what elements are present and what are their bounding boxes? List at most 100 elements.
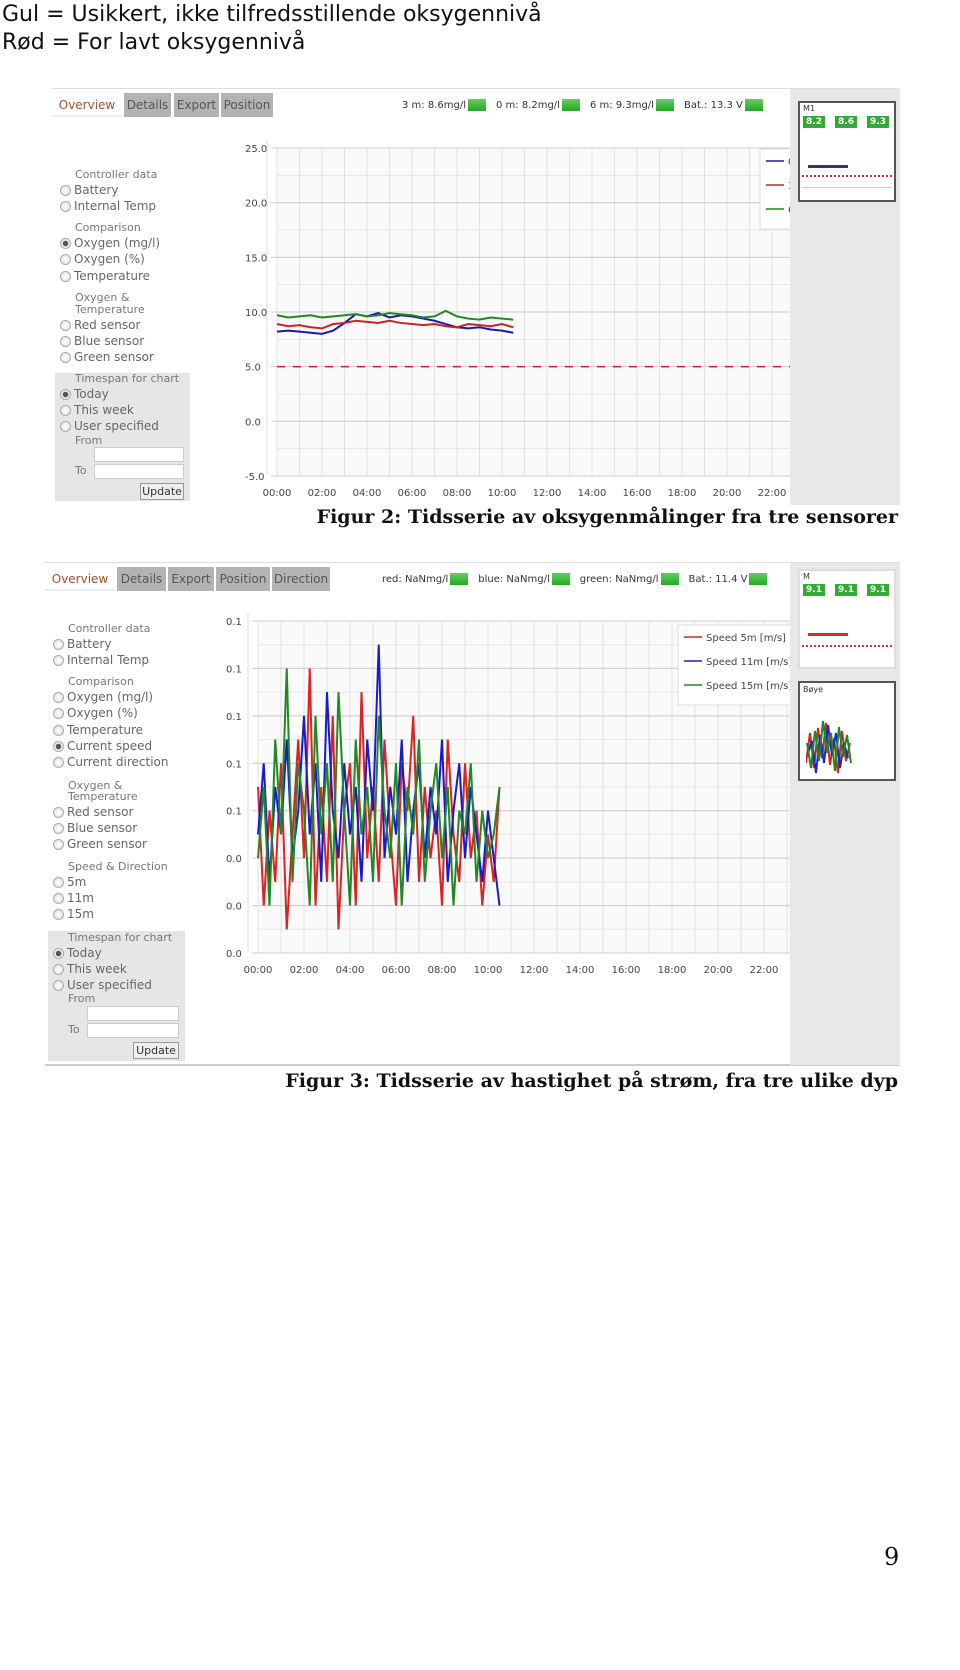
legend-label: Speed 5m [m/s] — [706, 633, 786, 644]
radio-temperature[interactable]: Temperature — [60, 269, 150, 283]
radio-icon[interactable] — [53, 707, 64, 719]
to-label: To — [75, 464, 87, 477]
radio-icon-selected[interactable] — [60, 237, 71, 249]
x-tick-label: 14:00 — [578, 488, 607, 499]
radio-label: Today — [74, 387, 109, 401]
radio-icon[interactable] — [53, 806, 64, 818]
x-tick-label: 04:00 — [336, 965, 365, 976]
sidebar: Controller data Battery Internal Temp Co… — [52, 89, 192, 505]
x-tick-label: 00:00 — [244, 965, 273, 976]
from-input[interactable] — [94, 447, 184, 462]
thumbnail-boye[interactable]: Bøye — [798, 681, 896, 781]
radio-icon[interactable] — [60, 319, 71, 331]
tab-position[interactable]: Position — [221, 93, 273, 117]
radio-oxygen-pct[interactable]: Oxygen (%) — [60, 252, 145, 266]
from-input[interactable] — [87, 1006, 179, 1021]
to-input[interactable] — [94, 464, 184, 479]
radio-icon[interactable] — [53, 963, 64, 975]
x-tick-label: 02:00 — [308, 488, 337, 499]
controller-data-heading: Controller data — [75, 168, 158, 181]
y-tick-label: 0.0 — [245, 417, 261, 428]
radio-icon[interactable] — [53, 638, 64, 650]
radio-green-sensor[interactable]: Green sensor — [53, 837, 147, 851]
radio-icon[interactable] — [60, 404, 71, 416]
radio-icon-selected[interactable] — [53, 740, 64, 752]
radio-blue-sensor[interactable]: Blue sensor — [60, 334, 144, 348]
radio-icon[interactable] — [53, 979, 64, 991]
y-tick-label: 10.0 — [245, 308, 267, 319]
radio-user-specified[interactable]: User specified — [53, 978, 152, 992]
radio-icon[interactable] — [53, 654, 64, 666]
radio-battery[interactable]: Battery — [53, 637, 111, 651]
tab-direction[interactable]: Direction — [272, 567, 330, 591]
x-tick-label: 18:00 — [658, 965, 687, 976]
y-tick-label: 0.0 — [226, 854, 242, 865]
timespan-heading: Timespan for chart — [75, 372, 180, 385]
radio-icon[interactable] — [53, 876, 64, 888]
radio-icon[interactable] — [53, 892, 64, 904]
x-tick-label: 04:00 — [353, 488, 382, 499]
radio-icon[interactable] — [60, 351, 71, 363]
radio-icon[interactable] — [53, 691, 64, 703]
status-0m-text: 0 m: 8.2mg/l — [495, 99, 560, 111]
radio-icon[interactable] — [53, 724, 64, 736]
tab-position[interactable]: Position — [216, 567, 270, 591]
radio-icon-selected[interactable] — [53, 947, 64, 959]
radio-icon[interactable] — [53, 756, 64, 768]
radio-11m[interactable]: 11m — [53, 891, 94, 905]
radio-internal-temp[interactable]: Internal Temp — [60, 199, 156, 213]
thumbnail-m[interactable]: M 9.1 9.1 9.1 — [798, 569, 896, 669]
thumbnail-title: M — [803, 572, 810, 581]
radio-current-speed[interactable]: Current speed — [53, 739, 152, 753]
thumbnail-m1[interactable]: M1 8.2 8.6 9.3 — [798, 101, 896, 202]
radio-icon-selected[interactable] — [60, 388, 71, 400]
radio-this-week[interactable]: This week — [53, 962, 127, 976]
x-tick-label: 20:00 — [704, 965, 733, 976]
radio-current-direction[interactable]: Current direction — [53, 755, 168, 769]
radio-oxygen-mgl[interactable]: Oxygen (mg/l) — [53, 690, 153, 704]
radio-icon[interactable] — [53, 908, 64, 920]
radio-15m[interactable]: 15m — [53, 907, 94, 921]
radio-user-specified[interactable]: User specified — [60, 419, 159, 433]
y-tick-label: 0.0 — [226, 902, 242, 913]
y-tick-label: 15.0 — [245, 253, 267, 264]
radio-this-week[interactable]: This week — [60, 403, 134, 417]
update-button[interactable]: Update — [133, 1042, 179, 1059]
radio-icon[interactable] — [60, 420, 71, 432]
radio-temperature[interactable]: Temperature — [53, 723, 143, 737]
radio-today[interactable]: Today — [53, 946, 102, 960]
update-button[interactable]: Update — [140, 483, 184, 500]
radio-icon[interactable] — [60, 200, 71, 212]
x-tick-label: 08:00 — [428, 965, 457, 976]
radio-label: Temperature — [67, 723, 144, 737]
radio-5m[interactable]: 5m — [53, 875, 86, 889]
radio-icon[interactable] — [60, 335, 71, 347]
radio-icon[interactable] — [53, 838, 64, 850]
radio-green-sensor[interactable]: Green sensor — [60, 350, 154, 364]
legend-yellow-text: Gul = Usikkert, ikke tilfredsstillende o… — [2, 2, 542, 27]
radio-battery[interactable]: Battery — [60, 183, 118, 197]
thumbnail-sparkline — [808, 633, 848, 636]
radio-icon[interactable] — [60, 184, 71, 196]
legend-label: Speed 15m [m/s] — [706, 681, 792, 692]
status-indicator-icon — [467, 99, 486, 111]
radio-red-sensor[interactable]: Red sensor — [53, 805, 133, 819]
radio-label: Battery — [74, 183, 119, 197]
radio-icon[interactable] — [60, 270, 71, 282]
oxygen-chart: 25.0 20.0 15.0 10.0 5.0 0.0 -5.0 00:00 02:00 04:0… — [245, 140, 827, 499]
x-tick-label: 02:00 — [290, 965, 319, 976]
oxtemp-heading-2: Temperature — [75, 303, 145, 316]
radio-blue-sensor[interactable]: Blue sensor — [53, 821, 137, 835]
to-input[interactable] — [87, 1023, 179, 1038]
radio-today[interactable]: Today — [60, 387, 109, 401]
radio-icon[interactable] — [53, 822, 64, 834]
status-red: red: NaNmg/l — [382, 573, 469, 585]
radio-icon[interactable] — [60, 253, 71, 265]
radio-red-sensor[interactable]: Red sensor — [60, 318, 140, 332]
radio-oxygen-pct[interactable]: Oxygen (%) — [53, 706, 138, 720]
status-bar: 3 m: 8.6mg/l 0 m: 8.2mg/l 6 m: 9.3mg/l B… — [402, 99, 763, 111]
radio-oxygen-mgl[interactable]: Oxygen (mg/l) — [60, 236, 160, 250]
thumbnail-title: Bøye — [803, 685, 824, 694]
radio-internal-temp[interactable]: Internal Temp — [53, 653, 149, 667]
status-indicator-icon — [450, 573, 469, 585]
